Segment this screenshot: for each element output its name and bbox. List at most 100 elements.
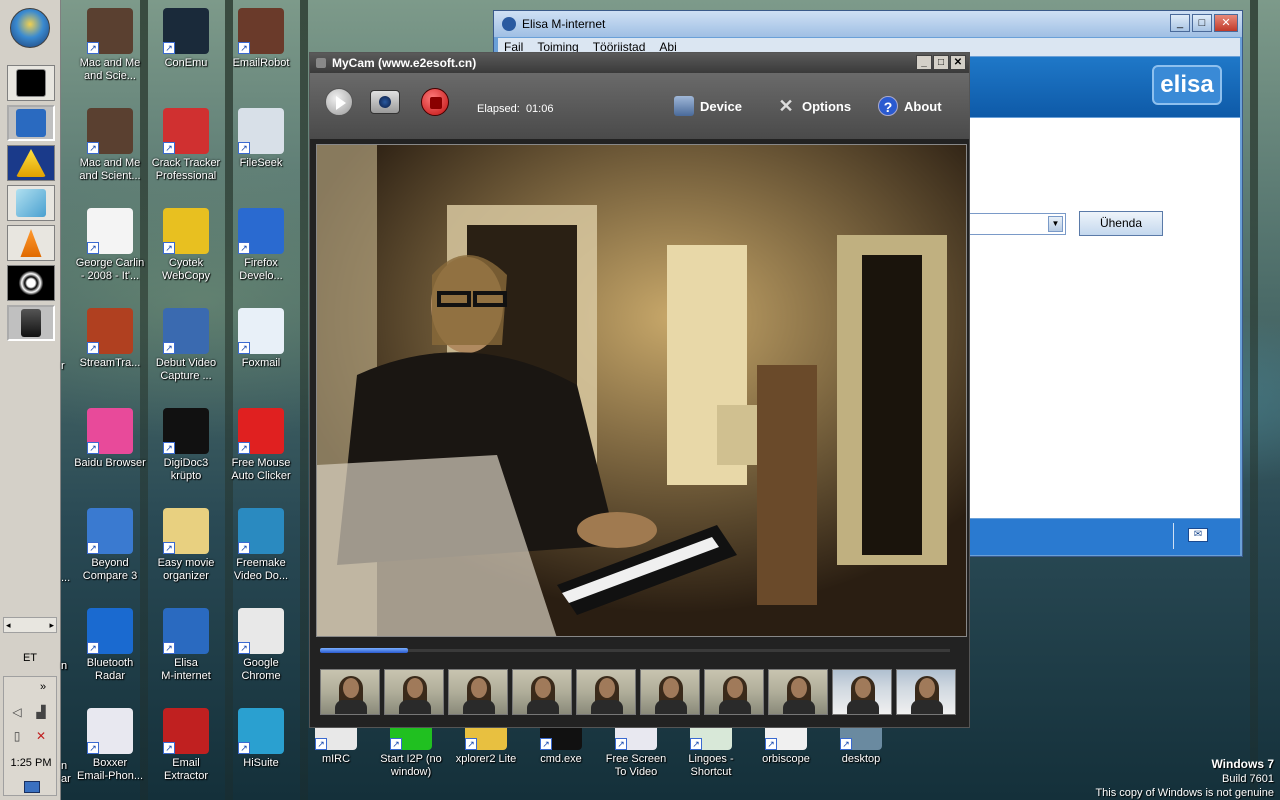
app-icon: ↗ bbox=[238, 708, 284, 754]
desktop-icon[interactable]: ↗ George Carlin - 2008 - It'... bbox=[73, 208, 147, 283]
action-center-icon[interactable]: ✕ bbox=[34, 729, 48, 743]
desktop-icon[interactable]: ↗ Free Mouse Auto Clicker bbox=[224, 408, 298, 483]
clock[interactable]: 1:25 PM bbox=[4, 757, 58, 769]
mycam-app-icon bbox=[316, 58, 326, 68]
taskbar-cmd-button[interactable] bbox=[7, 65, 55, 101]
record-stop-button[interactable] bbox=[421, 88, 449, 116]
desktop-icon[interactable]: ↗ FileSeek bbox=[224, 108, 298, 170]
taskbar-scroll[interactable]: ◂ ▸ bbox=[3, 617, 57, 633]
taskbar-warning-button[interactable] bbox=[7, 145, 55, 181]
thumbnail-body bbox=[463, 700, 495, 714]
desktop-icon[interactable]: ↗ ConEmu bbox=[149, 8, 223, 70]
desktop-icon[interactable]: ↗ Foxmail bbox=[224, 308, 298, 370]
mycam-maximize-button[interactable]: □ bbox=[933, 55, 949, 70]
shortcut-arrow-icon: ↗ bbox=[238, 342, 250, 354]
mycam-window: MyCam (www.e2esoft.cn) _ □ ✕ Elapsed: 01… bbox=[309, 52, 970, 728]
mycam-close-button[interactable]: ✕ bbox=[950, 55, 966, 70]
app-icon: ↗ bbox=[238, 608, 284, 654]
mycam-minimize-button[interactable]: _ bbox=[916, 55, 932, 70]
connect-button[interactable]: Ühenda bbox=[1079, 211, 1163, 236]
elisa-close-button[interactable]: ✕ bbox=[1214, 14, 1238, 32]
desktop-icon-label: Elisa M-internet bbox=[161, 657, 211, 682]
taskbar-vlc-button[interactable] bbox=[7, 225, 55, 261]
recording-progress-track[interactable] bbox=[320, 648, 950, 653]
network-icon[interactable]: ▟ bbox=[34, 705, 48, 719]
desktop-icon-label: Free Screen To Video bbox=[605, 753, 667, 778]
desktop-icon[interactable]: ↗ Mac and Me and Scie... bbox=[73, 8, 147, 83]
elisa-minimize-button[interactable]: _ bbox=[1170, 14, 1190, 32]
desktop-icon[interactable]: ↗ Email Extractor bbox=[149, 708, 223, 783]
desktop-icon[interactable]: ↗ Google Chrome bbox=[224, 608, 298, 683]
desktop-icon[interactable]: ↗ Debut Video Capture ... bbox=[149, 308, 223, 383]
app-icon: ↗ bbox=[163, 308, 209, 354]
partial-icon-label: ar bbox=[61, 773, 71, 785]
snapshot-thumbnail[interactable] bbox=[640, 669, 700, 715]
snapshot-thumbnail[interactable] bbox=[768, 669, 828, 715]
app-icon: ↗ bbox=[87, 208, 133, 254]
show-desktop-icon[interactable] bbox=[24, 781, 40, 793]
desktop-icon[interactable]: ↗ HiSuite bbox=[224, 708, 298, 770]
tray-expand-button[interactable]: » bbox=[40, 681, 46, 693]
scroll-left-button[interactable]: ◂ bbox=[6, 620, 11, 631]
desktop-icon[interactable]: ↗ Baidu Browser bbox=[73, 408, 147, 470]
desktop-icon[interactable]: ↗ Cyotek WebCopy bbox=[149, 208, 223, 283]
snapshot-thumbnail[interactable] bbox=[576, 669, 636, 715]
desktop-icon-label: mIRC bbox=[321, 753, 351, 765]
elapsed-label: Elapsed: bbox=[477, 103, 520, 115]
desktop-icon[interactable]: ↗ Mac and Me and Scient... bbox=[73, 108, 147, 183]
snapshot-button[interactable] bbox=[370, 90, 400, 114]
desktop-icon-label: Foxmail bbox=[241, 357, 281, 369]
device-button[interactable]: Device bbox=[674, 96, 742, 116]
shortcut-arrow-icon: ↗ bbox=[238, 642, 250, 654]
desktop-icon[interactable]: ↗ Easy movie organizer bbox=[149, 508, 223, 583]
shortcut-arrow-icon: ↗ bbox=[690, 738, 702, 750]
desktop-icon[interactable]: ↗ EmailRobot bbox=[224, 8, 298, 70]
desktop-icon[interactable]: ↗ DigiDoc3 krüpto bbox=[149, 408, 223, 483]
desktop-icon[interactable]: ↗ Bluetooth Radar bbox=[73, 608, 147, 683]
thumbnail-body bbox=[527, 700, 559, 714]
desktop-icon[interactable]: ↗ Beyond Compare 3 bbox=[73, 508, 147, 583]
elisa-titlebar[interactable]: Elisa M-internet _ □ ✕ bbox=[494, 11, 1242, 37]
shortcut-arrow-icon: ↗ bbox=[87, 642, 99, 654]
snapshot-thumbnail[interactable] bbox=[512, 669, 572, 715]
snapshot-thumbnail[interactable] bbox=[448, 669, 508, 715]
desktop-icon-label: Mac and Me and Scient... bbox=[79, 157, 141, 182]
desktop-icon[interactable]: ↗ Elisa M-internet bbox=[149, 608, 223, 683]
snapshot-thumbnail[interactable] bbox=[384, 669, 444, 715]
snapshot-thumbnail[interactable] bbox=[320, 669, 380, 715]
taskbar-mycam-button[interactable] bbox=[7, 305, 55, 341]
taskbar-elisa-button[interactable] bbox=[7, 105, 55, 141]
thumbnail-body bbox=[591, 700, 623, 714]
snapshot-thumbnail[interactable] bbox=[832, 669, 892, 715]
start-button[interactable] bbox=[10, 8, 50, 48]
language-indicator[interactable]: ET bbox=[0, 652, 60, 664]
desktop-icon[interactable]: ↗ Freemake Video Do... bbox=[224, 508, 298, 583]
chevron-down-icon[interactable]: ▼ bbox=[1048, 216, 1063, 232]
shortcut-arrow-icon: ↗ bbox=[765, 738, 777, 750]
snapshot-thumbnail[interactable] bbox=[896, 669, 956, 715]
shortcut-arrow-icon: ↗ bbox=[238, 42, 250, 54]
clipboard-icon[interactable]: ▯ bbox=[10, 729, 24, 743]
desktop-icon[interactable]: ↗ Boxxer Email-Phon... bbox=[73, 708, 147, 783]
volume-icon[interactable]: ◁ bbox=[10, 705, 24, 719]
snapshot-thumbnail[interactable] bbox=[704, 669, 764, 715]
taskbar-notes-button[interactable] bbox=[7, 185, 55, 221]
scroll-right-button[interactable]: ▸ bbox=[49, 620, 54, 631]
play-button[interactable] bbox=[325, 88, 353, 116]
app-icon: ↗ bbox=[238, 8, 284, 54]
options-button[interactable]: ✕ Options bbox=[776, 96, 851, 116]
mail-icon[interactable]: ✉ bbox=[1188, 528, 1208, 542]
desktop-icon-label: Cyotek WebCopy bbox=[161, 257, 211, 282]
desktop-icon[interactable]: ↗ Firefox Develo... bbox=[224, 208, 298, 283]
desktop-icon-label: George Carlin - 2008 - It'... bbox=[75, 257, 145, 282]
system-tray: » ◁ ▟ ▯ ✕ 1:25 PM bbox=[3, 676, 57, 796]
app-icon: ↗ bbox=[87, 8, 133, 54]
taskbar-orbiscope-button[interactable] bbox=[7, 265, 55, 301]
about-button[interactable]: ? About bbox=[878, 96, 942, 116]
elisa-maximize-button[interactable]: □ bbox=[1192, 14, 1212, 32]
connection-select[interactable]: ▼ bbox=[969, 213, 1066, 235]
desktop-icon[interactable]: ↗ Crack Tracker Professional bbox=[149, 108, 223, 183]
desktop-icon-label: Email Extractor bbox=[163, 757, 208, 782]
mycam-titlebar[interactable]: MyCam (www.e2esoft.cn) _ □ ✕ bbox=[310, 53, 969, 73]
desktop-icon[interactable]: ↗ StreamTra... bbox=[73, 308, 147, 370]
